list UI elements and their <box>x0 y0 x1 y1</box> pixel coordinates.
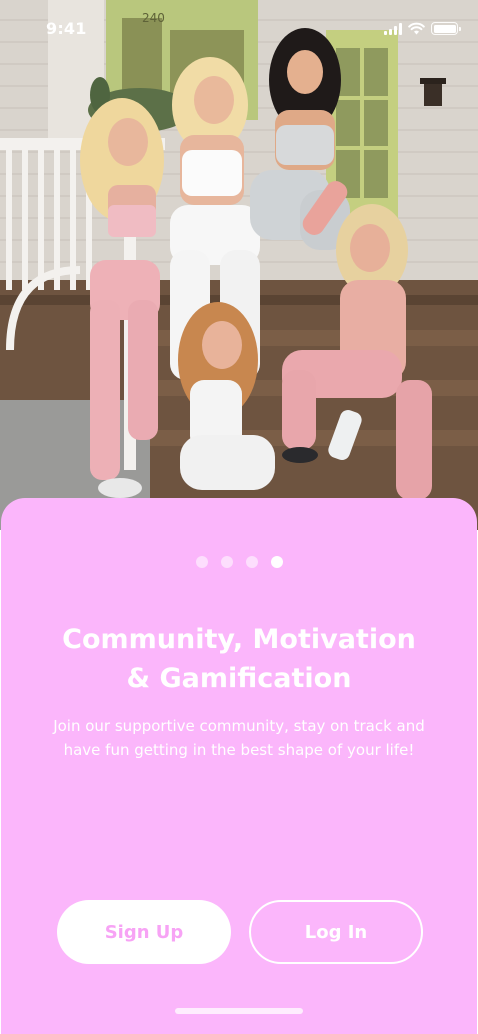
onboarding-title: Community, Motivation & Gamification <box>21 620 457 698</box>
status-time: 9:41 <box>46 19 87 38</box>
hero-photo: 240 <box>0 0 478 530</box>
page-indicator <box>1 556 477 568</box>
onboarding-description: Join our supportive community, stay on t… <box>53 717 425 759</box>
home-indicator[interactable] <box>175 1008 303 1014</box>
sign-up-button[interactable]: Sign Up <box>57 900 231 964</box>
wifi-icon <box>408 22 425 35</box>
log-in-button[interactable]: Log In <box>249 900 423 964</box>
status-bar: 9:41 <box>0 0 478 56</box>
page-dot-3[interactable] <box>245 556 258 568</box>
title-line-2: & Gamification <box>126 663 352 694</box>
battery-fill <box>433 24 456 33</box>
onboarding-sheet: Community, Motivation & Gamification Joi… <box>1 498 477 1034</box>
title-line-1: Community, Motivation <box>62 624 416 655</box>
page-dot-2[interactable] <box>220 556 233 568</box>
signal-icon <box>384 22 402 35</box>
battery-icon <box>431 22 461 35</box>
page-dot-1[interactable] <box>195 556 208 568</box>
page-dot-4-active[interactable] <box>270 556 283 568</box>
hero-illustration: 240 <box>0 0 478 530</box>
status-icons <box>384 22 461 35</box>
